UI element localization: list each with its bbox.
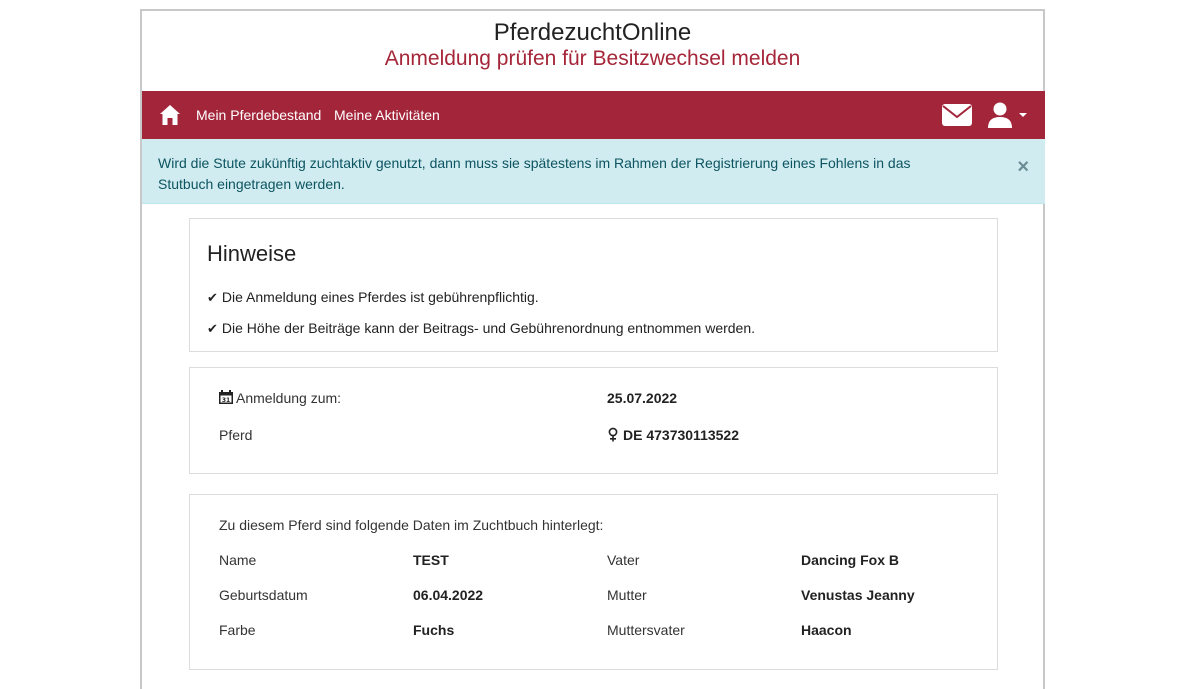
hint-item: ✔ Die Anmeldung eines Pferdes ist gebühre… bbox=[207, 289, 539, 306]
registration-card: 31 Anmeldung zum: 25.07.2022 Pferd DE 47… bbox=[189, 367, 998, 474]
check-icon: ✔ bbox=[207, 321, 218, 336]
father-label: Vater bbox=[607, 552, 640, 568]
envelope-icon[interactable] bbox=[942, 104, 972, 126]
studbook-intro: Zu diesem Pferd sind folgende Daten im Z… bbox=[219, 517, 604, 533]
page-subtitle: Anmeldung prüfen für Besitzwechsel melde… bbox=[384, 47, 801, 70]
female-icon bbox=[608, 427, 618, 442]
maternal-grandsire-label: Muttersvater bbox=[607, 622, 685, 638]
calendar-icon: 31 bbox=[219, 390, 233, 404]
birthdate-value: 06.04.2022 bbox=[413, 587, 484, 603]
hint-text: Die Höhe der Beiträge kann der Beitrags-… bbox=[221, 320, 756, 336]
horse-label: Pferd bbox=[219, 427, 253, 443]
mother-label: Mutter bbox=[607, 587, 647, 603]
hint-text: Die Anmeldung eines Pferdes ist gebühren… bbox=[221, 289, 539, 305]
svg-text:31: 31 bbox=[222, 397, 230, 404]
main-navbar: Mein Pferdebestand Meine Aktivitäten bbox=[142, 91, 1045, 139]
maternal-grandsire-value: Haacon bbox=[801, 622, 852, 638]
check-icon: ✔ bbox=[207, 290, 218, 305]
user-menu-caret-icon[interactable] bbox=[1019, 113, 1027, 117]
hints-title: Hinweise bbox=[207, 241, 297, 266]
page-header: PferdezuchtOnline Anmeldung prüfen für B… bbox=[142, 11, 1043, 91]
info-alert: Wird die Stute zukünftig zuchtaktiv genu… bbox=[142, 139, 1045, 204]
birthdate-label: Geburtsdatum bbox=[219, 587, 308, 603]
alert-text: Wird die Stute zukünftig zuchtaktiv genu… bbox=[158, 155, 911, 192]
name-label: Name bbox=[219, 552, 257, 568]
mother-value: Venustas Jeanny bbox=[801, 587, 915, 603]
name-value: TEST bbox=[413, 552, 449, 568]
home-icon[interactable] bbox=[159, 104, 181, 126]
horse-value: DE 473730113522 bbox=[607, 427, 739, 443]
horse-id-text: DE 473730113522 bbox=[623, 427, 739, 443]
color-label: Farbe bbox=[219, 622, 256, 638]
registration-date-label: 31 Anmeldung zum: bbox=[219, 389, 341, 406]
color-value: Fuchs bbox=[413, 622, 455, 638]
app-frame: PferdezuchtOnline Anmeldung prüfen für B… bbox=[140, 9, 1045, 689]
nav-mein-pferdebestand[interactable]: Mein Pferdebestand bbox=[196, 107, 321, 123]
father-value: Dancing Fox B bbox=[801, 552, 900, 568]
hint-item: ✔ Die Höhe der Beiträge kann der Beitrags… bbox=[207, 320, 755, 337]
app-title: PferdezuchtOnline bbox=[493, 19, 692, 46]
hints-card: Hinweise ✔ Die Anmeldung eines Pferdes is… bbox=[189, 218, 998, 352]
nav-meine-aktivitaeten[interactable]: Meine Aktivitäten bbox=[334, 107, 440, 123]
studbook-card: Zu diesem Pferd sind folgende Daten im Z… bbox=[189, 494, 998, 670]
user-icon[interactable] bbox=[988, 102, 1012, 128]
date-label-text: Anmeldung zum: bbox=[236, 390, 342, 406]
alert-close-button[interactable]: × bbox=[1017, 157, 1029, 177]
registration-date-value: 25.07.2022 bbox=[607, 390, 678, 406]
